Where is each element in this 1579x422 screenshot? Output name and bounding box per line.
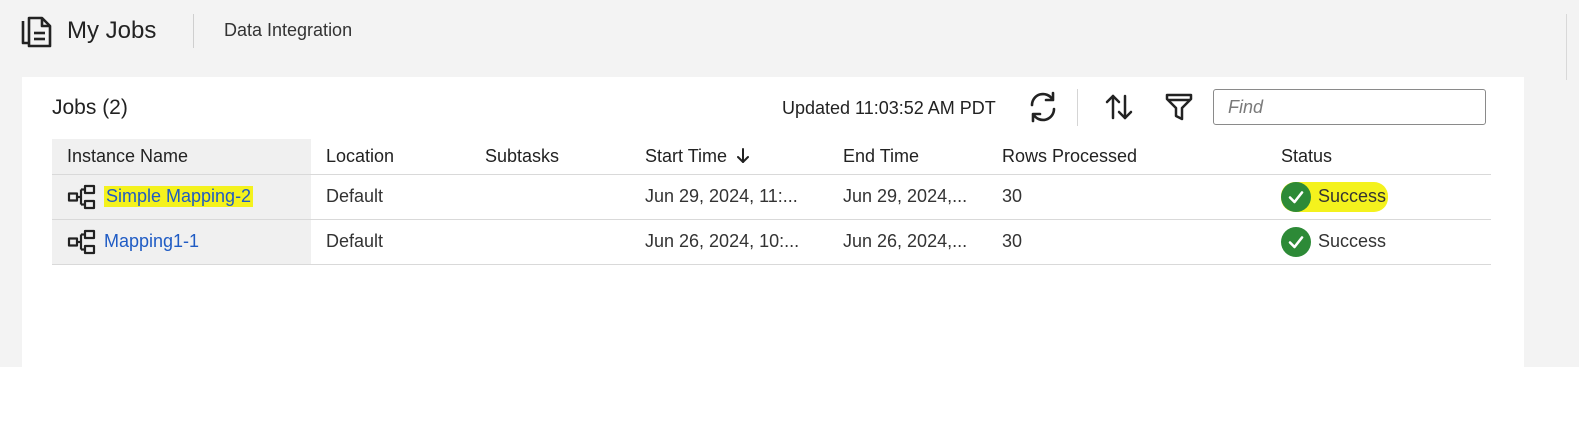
end-time-cell: Jun 26, 2024,... [828, 218, 987, 265]
breadcrumb-data-integration[interactable]: Data Integration [224, 20, 352, 41]
edge-divider [1566, 14, 1567, 80]
instance-name-wrapper: Simple Mapping-2 [67, 184, 311, 210]
column-header-subtasks[interactable]: Subtasks [470, 139, 630, 174]
page-header: My Jobs Data Integration [0, 0, 1579, 68]
success-check-icon [1281, 226, 1311, 257]
mapping-icon [67, 229, 96, 254]
find-input[interactable] [1213, 89, 1486, 125]
table-header-row: Instance Name Location Subtasks Start Ti… [52, 139, 1491, 174]
status-highlight: Success [1281, 181, 1389, 212]
status-wrapper: Success [1281, 226, 1491, 257]
subtasks-cell [470, 173, 630, 219]
instance-name-cell: Simple Mapping-2 [52, 173, 311, 219]
location-cell: Default [311, 218, 470, 265]
table-row[interactable]: Simple Mapping-2 Default Jun 29, 2024, 1… [52, 173, 1491, 219]
start-time-cell: Jun 29, 2024, 11:... [630, 173, 828, 219]
status-cell: Success [1266, 218, 1491, 265]
status-wrapper: Success [1281, 181, 1491, 212]
column-header-start-time[interactable]: Start Time [630, 139, 828, 174]
refresh-button[interactable] [1025, 89, 1061, 125]
mapping-icon [67, 184, 96, 209]
sort-descending-arrow-icon [737, 147, 750, 163]
toolbar-divider [1077, 89, 1078, 126]
refresh-icon [1030, 91, 1056, 123]
filter-icon [1165, 93, 1193, 121]
table-row[interactable]: Mapping1-1 Default Jun 26, 2024, 10:... … [52, 218, 1491, 265]
sort-button[interactable] [1101, 89, 1137, 125]
column-header-end-time[interactable]: End Time [828, 139, 987, 174]
status-text: Success [1318, 231, 1387, 251]
status-cell: Success [1266, 173, 1491, 219]
column-header-location[interactable]: Location [311, 139, 470, 174]
sort-icon [1105, 94, 1133, 120]
location-cell: Default [311, 173, 470, 219]
start-time-cell: Jun 26, 2024, 10:... [630, 218, 828, 265]
header-divider [193, 14, 194, 48]
jobs-table: Instance Name Location Subtasks Start Ti… [52, 139, 1491, 265]
instance-name-wrapper: Mapping1-1 [67, 229, 311, 255]
job-link-simple-mapping-2[interactable]: Simple Mapping-2 [104, 186, 254, 207]
job-link-mapping1-1[interactable]: Mapping1-1 [104, 231, 199, 252]
end-time-cell: Jun 29, 2024,... [828, 173, 987, 219]
filter-button[interactable] [1161, 89, 1197, 125]
jobs-document-icon [20, 15, 54, 49]
page-title: My Jobs [67, 17, 157, 44]
app-container: My Jobs Data Integration Jobs (2) Update… [0, 0, 1579, 367]
subtasks-cell [470, 218, 630, 265]
success-check-icon [1281, 181, 1311, 212]
column-header-rows-processed[interactable]: Rows Processed [987, 139, 1266, 174]
jobs-panel: Jobs (2) Updated 11:03:52 AM PDT Find In… [22, 77, 1524, 367]
column-header-start-time-label: Start Time [645, 145, 728, 166]
column-header-status[interactable]: Status [1266, 139, 1491, 174]
status-text: Success [1318, 186, 1387, 206]
rows-processed-cell: 30 [987, 218, 1266, 265]
rows-processed-cell: 30 [987, 173, 1266, 219]
instance-name-cell: Mapping1-1 [52, 218, 311, 265]
column-header-instance-name[interactable]: Instance Name [52, 139, 311, 174]
updated-timestamp: Updated 11:03:52 AM PDT [782, 98, 996, 118]
jobs-count-title: Jobs (2) [52, 96, 128, 119]
